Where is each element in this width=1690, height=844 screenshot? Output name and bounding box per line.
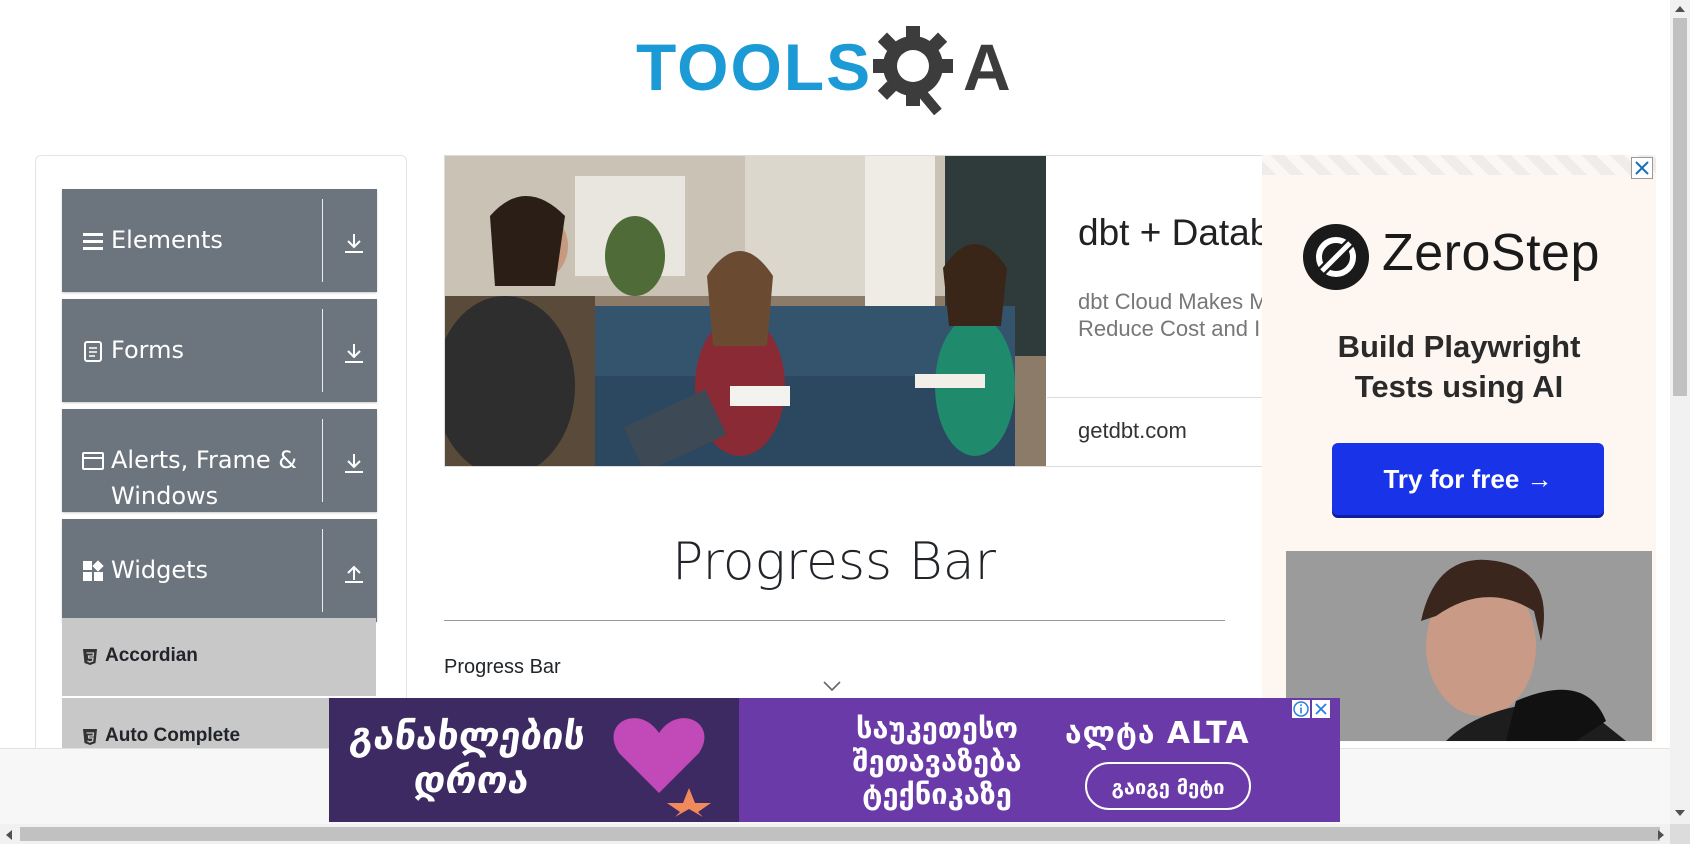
close-icon[interactable] bbox=[1631, 157, 1653, 179]
gear-icon bbox=[873, 26, 953, 116]
nav-group-widgets[interactable]: Widgets bbox=[62, 519, 377, 622]
ad-url[interactable]: getdbt.com bbox=[1078, 418, 1187, 444]
divider bbox=[322, 199, 323, 282]
banner-left-text: განახლების დროა bbox=[341, 714, 589, 802]
banner-left-line1: განახლების bbox=[347, 714, 589, 758]
nav-group-label-line1: Alerts, Frame & bbox=[111, 446, 298, 474]
divider bbox=[444, 620, 1225, 621]
window-icon bbox=[82, 452, 104, 470]
advertisement-dbt[interactable]: dbt + Datab dbt Cloud Makes M Reduce Cos… bbox=[444, 155, 1264, 467]
hamburger-icon bbox=[83, 233, 103, 250]
nav-group-alerts-frame-windows[interactable]: Alerts, Frame & Windows bbox=[62, 409, 377, 512]
advertisement-alta[interactable]: განახლების დროა საუკეთესო შეთავაზება ტექ… bbox=[329, 698, 1340, 822]
ad-description: dbt Cloud Makes M Reduce Cost and I bbox=[1078, 289, 1264, 341]
toolsqa-logo[interactable]: TOOLS A bbox=[630, 18, 1050, 118]
nav-group-label: Widgets bbox=[111, 556, 209, 584]
ad-title[interactable]: dbt + Datab bbox=[1078, 212, 1263, 254]
scroll-right-icon[interactable] bbox=[1656, 829, 1666, 841]
close-icon[interactable] bbox=[1312, 700, 1330, 718]
banner-mid-line1: საუკეთესო bbox=[855, 711, 1019, 745]
divider bbox=[322, 529, 323, 612]
zerostep-logo-icon bbox=[1303, 224, 1369, 290]
ad-headline-line2: Tests using AI bbox=[1354, 369, 1564, 404]
logo-text-tools: TOOLS bbox=[636, 30, 872, 104]
ad-headline: Build Playwright Tests using AI bbox=[1262, 327, 1656, 407]
vertical-scrollbar-thumb[interactable] bbox=[1673, 18, 1687, 396]
ad-photo[interactable] bbox=[445, 156, 1046, 467]
banner-mid-text: საუკეთესო შეთავაზება ტექნიკაზე bbox=[817, 712, 1057, 811]
scroll-down-icon[interactable] bbox=[1674, 808, 1686, 818]
nav-group-label: Elements bbox=[111, 226, 223, 254]
nav-group-label: Forms bbox=[111, 336, 184, 364]
horizontal-scrollbar-thumb[interactable] bbox=[20, 827, 1660, 841]
widgets-icon bbox=[83, 560, 104, 581]
download-arrow-icon[interactable] bbox=[342, 451, 366, 475]
learn-more-button[interactable]: გაიგე მეტი bbox=[1085, 762, 1251, 810]
nav-group-label-line2: Windows bbox=[111, 482, 219, 510]
info-icon[interactable] bbox=[1292, 700, 1310, 718]
nav-item-label: Auto Complete bbox=[105, 725, 241, 746]
advertisement-zerostep[interactable]: ZeroStep Build Playwright Tests using AI… bbox=[1262, 155, 1656, 742]
document-icon bbox=[84, 341, 102, 362]
divider bbox=[322, 309, 323, 392]
nav-item-accordian[interactable]: Accordian bbox=[62, 618, 376, 698]
download-arrow-icon[interactable] bbox=[342, 231, 366, 255]
logo-text-a: A bbox=[963, 30, 1011, 104]
heart-icon bbox=[613, 718, 711, 817]
ad-photo[interactable] bbox=[1286, 551, 1652, 741]
html5-icon bbox=[83, 729, 97, 745]
nav-group-forms[interactable]: Forms bbox=[62, 299, 377, 402]
divider bbox=[322, 419, 323, 502]
chevron-down-icon bbox=[823, 681, 841, 692]
banner-left-line2: დროა bbox=[410, 758, 532, 802]
banner-mid-line3: ტექნიკაზე bbox=[862, 777, 1012, 811]
html5-icon bbox=[83, 649, 97, 665]
scroll-left-icon[interactable] bbox=[4, 829, 14, 841]
ad-brand: ZeroStep bbox=[1382, 224, 1600, 282]
upload-arrow-icon[interactable] bbox=[342, 561, 366, 585]
page-title: Progress Bar bbox=[672, 532, 996, 592]
ad-pattern bbox=[1262, 155, 1656, 175]
divider bbox=[1047, 397, 1263, 398]
scroll-up-icon[interactable] bbox=[1674, 4, 1686, 14]
ad-headline-line1: Build Playwright bbox=[1337, 329, 1581, 364]
scrollbar-corner bbox=[1670, 824, 1690, 844]
try-for-free-button[interactable]: Try for free → bbox=[1332, 443, 1604, 515]
nav-group-elements[interactable]: Elements bbox=[62, 189, 377, 292]
banner-brand: ალტა ALTA bbox=[1065, 716, 1250, 751]
download-arrow-icon[interactable] bbox=[342, 341, 366, 365]
banner-mid-line2: შეთავაზება bbox=[852, 744, 1022, 778]
nav-item-label: Accordian bbox=[105, 645, 198, 666]
section-label: Progress Bar bbox=[444, 656, 561, 678]
